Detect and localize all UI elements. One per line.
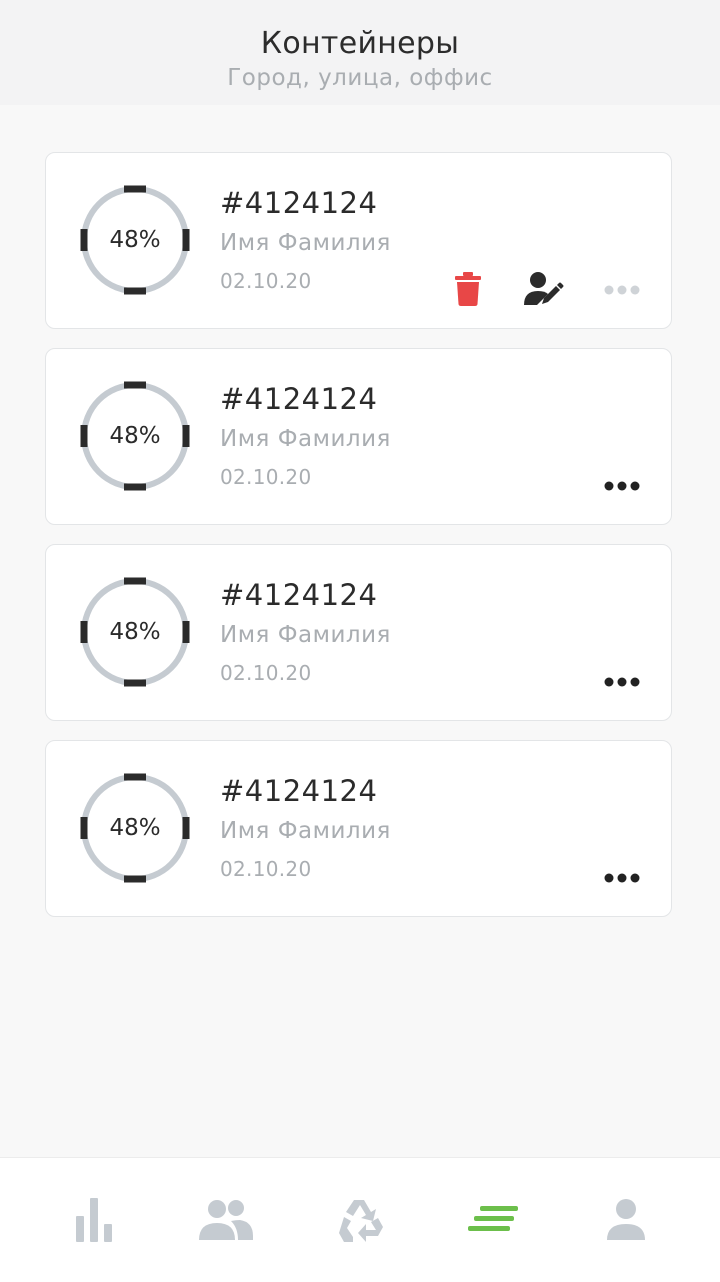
more-dots-icon[interactable]: [602, 871, 642, 885]
page-title: Контейнеры: [260, 26, 460, 61]
fill-percent: 48%: [109, 815, 161, 841]
recycle-icon[interactable]: [338, 1196, 384, 1244]
list-icon[interactable]: [468, 1196, 520, 1244]
fill-level-ring: 48%: [80, 773, 190, 883]
container-number: #4124124: [220, 186, 378, 220]
container-date: 02.10.20: [220, 465, 312, 489]
fill-percent: 48%: [109, 619, 161, 645]
fill-percent: 48%: [109, 423, 161, 449]
container-date: 02.10.20: [220, 857, 312, 881]
users-icon[interactable]: [198, 1196, 254, 1244]
owner-name: Имя Фамилия: [220, 230, 391, 256]
fill-level-ring: 48%: [80, 185, 190, 295]
container-card[interactable]: 48% #4124124 Имя Фамилия 02.10.20: [45, 348, 672, 525]
container-date: 02.10.20: [220, 269, 312, 293]
bar-chart-icon[interactable]: [75, 1196, 115, 1244]
container-number: #4124124: [220, 774, 378, 808]
more-dots-icon[interactable]: [602, 283, 642, 297]
app-header: Контейнеры Город, улица, оффис: [0, 0, 720, 105]
owner-name: Имя Фамилия: [220, 426, 391, 452]
more-dots-icon[interactable]: [602, 675, 642, 689]
container-card[interactable]: 48% #4124124 Имя Фамилия 02.10.20: [45, 152, 672, 329]
bottom-nav: [0, 1157, 720, 1282]
user-edit-icon[interactable]: [524, 271, 564, 307]
container-number: #4124124: [220, 578, 378, 612]
more-dots-icon[interactable]: [602, 479, 642, 493]
fill-percent: 48%: [109, 227, 161, 253]
container-date: 02.10.20: [220, 661, 312, 685]
trash-icon[interactable]: [454, 272, 482, 306]
container-number: #4124124: [220, 382, 378, 416]
container-card[interactable]: 48% #4124124 Имя Фамилия 02.10.20: [45, 544, 672, 721]
owner-name: Имя Фамилия: [220, 622, 391, 648]
page-subtitle: Город, улица, оффис: [227, 65, 493, 91]
profile-icon[interactable]: [606, 1196, 646, 1244]
fill-level-ring: 48%: [80, 577, 190, 687]
owner-name: Имя Фамилия: [220, 818, 391, 844]
fill-level-ring: 48%: [80, 381, 190, 491]
container-card[interactable]: 48% #4124124 Имя Фамилия 02.10.20: [45, 740, 672, 917]
